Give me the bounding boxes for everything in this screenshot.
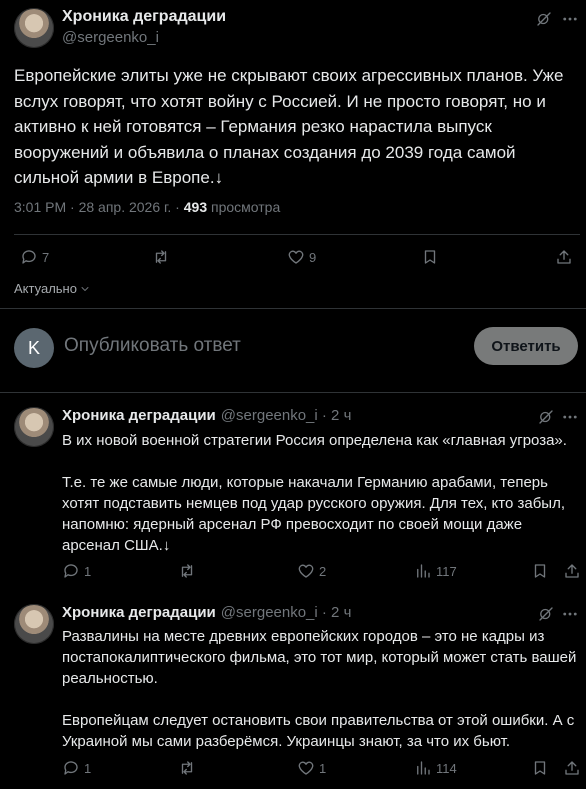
views-count: 114 (436, 760, 457, 776)
reply-button[interactable]: 1 (62, 562, 91, 580)
sort-label: Актуально (14, 281, 77, 296)
share-icon (555, 248, 573, 266)
divider (14, 234, 580, 235)
divider (0, 392, 586, 393)
reply-header: Хроника деградации @sergeenko_i · 2 ч (62, 604, 351, 621)
reply-button[interactable]: 1 (62, 759, 91, 777)
like-count: 2 (319, 563, 327, 579)
reply-count: 7 (42, 249, 50, 265)
like-button[interactable]: 1 (297, 759, 326, 777)
heart-icon (297, 562, 315, 580)
more-options-icon[interactable] (559, 407, 581, 427)
share-button[interactable] (555, 248, 573, 266)
views-icon (414, 759, 432, 777)
reply-icon (20, 248, 38, 266)
reply-button[interactable]: 7 (20, 248, 49, 266)
reply-count: 1 (84, 760, 92, 776)
reply-text: В их новой военной стратегии Россия опре… (62, 432, 567, 554)
bookmark-icon (531, 759, 549, 777)
retweet-icon (178, 759, 196, 777)
tweet-text: Европейские элиты уже не скрывают своих … (14, 66, 569, 187)
user-avatar[interactable]: K (14, 328, 54, 368)
reply-avatar[interactable] (14, 604, 54, 644)
grok-icon[interactable] (536, 407, 556, 427)
more-options-icon[interactable] (559, 604, 581, 624)
reply-author-name[interactable]: Хроника деградации (62, 604, 216, 621)
share-button[interactable] (563, 759, 581, 777)
reply-author-name[interactable]: Хроника деградации (62, 407, 216, 424)
like-count: 1 (319, 760, 327, 776)
like-count: 9 (309, 249, 317, 265)
reply-icon (62, 759, 80, 777)
reply-author-handle[interactable]: @sergeenko_i · 2 ч (221, 604, 352, 621)
divider (0, 308, 586, 309)
grok-icon[interactable] (536, 604, 556, 624)
grok-icon[interactable] (533, 8, 555, 30)
reply-input[interactable]: Опубликовать ответ (64, 335, 241, 357)
more-options-icon[interactable] (558, 8, 582, 30)
views-count: 493 (183, 199, 208, 215)
bookmark-icon (531, 562, 549, 580)
bookmark-icon (421, 248, 439, 266)
author-handle[interactable]: @sergeenko_i (62, 29, 159, 46)
reply-text: Развалины на месте древних европейских г… (62, 628, 577, 750)
chevron-down-icon (79, 283, 91, 295)
tweet-meta: 3:01 PM · 28 апр. 2026 г. · 493 просмотр… (14, 199, 280, 215)
heart-icon (287, 248, 305, 266)
views-label: просмотра (207, 199, 281, 215)
bookmark-button[interactable] (421, 248, 439, 266)
tweet-time[interactable]: 3:01 PM · 28 апр. 2026 г. · (14, 199, 184, 215)
views-icon (414, 562, 432, 580)
bookmark-button[interactable] (531, 562, 549, 580)
share-icon (563, 562, 581, 580)
views-button[interactable]: 117 (414, 562, 457, 580)
retweet-button[interactable] (178, 759, 196, 777)
share-icon (563, 759, 581, 777)
views-count: 117 (436, 563, 457, 579)
reply-submit-button[interactable]: Ответить (474, 327, 578, 365)
like-button[interactable]: 2 (297, 562, 326, 580)
retweet-icon (152, 248, 170, 266)
share-button[interactable] (563, 562, 581, 580)
reply-icon (62, 562, 80, 580)
reply-header: Хроника деградации @sergeenko_i · 2 ч (62, 407, 351, 424)
sort-dropdown[interactable]: Актуально (14, 281, 91, 296)
retweet-button[interactable] (178, 562, 196, 580)
reply-author-handle[interactable]: @sergeenko_i · 2 ч (221, 407, 352, 424)
like-button[interactable]: 9 (287, 248, 316, 266)
reply-avatar[interactable] (14, 407, 54, 447)
bookmark-button[interactable] (531, 759, 549, 777)
views-button[interactable]: 114 (414, 759, 457, 777)
retweet-icon (178, 562, 196, 580)
heart-icon (297, 759, 315, 777)
author-name[interactable]: Хроника деградации (62, 8, 226, 26)
reply-count: 1 (84, 563, 92, 579)
author-avatar[interactable] (14, 8, 54, 48)
retweet-button[interactable] (152, 248, 170, 266)
